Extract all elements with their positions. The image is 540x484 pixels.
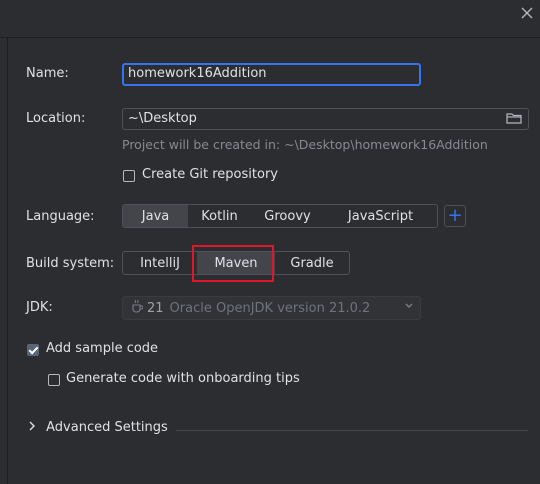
build-system-label: Build system: (26, 256, 115, 271)
onboarding-checkbox[interactable] (48, 374, 60, 386)
build-intellij[interactable]: IntelliJ (123, 252, 197, 274)
header-divider (0, 37, 540, 38)
name-input[interactable]: homework16Addition (122, 63, 421, 86)
location-input[interactable]: ~\Desktop (122, 108, 529, 130)
folder-icon[interactable] (506, 111, 522, 130)
sidebar-divider (7, 38, 8, 484)
jdk-name: Oracle OpenJDK version 21.0.2 (169, 300, 371, 316)
language-label: Language: (26, 209, 95, 224)
add-language-button[interactable]: + (444, 205, 466, 227)
language-segmented: Java Kotlin Groovy JavaScript (122, 204, 438, 228)
build-gradle[interactable]: Gradle (275, 252, 349, 274)
chevron-down-icon (404, 300, 414, 313)
location-hint: Project will be created in: ~\Desktop\ho… (122, 137, 488, 152)
name-label: Name: (26, 66, 69, 81)
build-system-segmented: IntelliJ Maven Gradle (122, 251, 350, 275)
git-checkbox[interactable] (123, 170, 135, 182)
jdk-dropdown[interactable]: 21 Oracle OpenJDK version 21.0.2 (122, 296, 421, 320)
location-value: ~\Desktop (128, 111, 197, 126)
chevron-right-icon (28, 420, 38, 435)
advanced-divider (176, 430, 528, 431)
build-maven[interactable]: Maven (197, 252, 275, 274)
onboarding-label: Generate code with onboarding tips (66, 371, 300, 386)
language-kotlin[interactable]: Kotlin (188, 205, 251, 227)
advanced-settings-toggle[interactable]: Advanced Settings (28, 420, 168, 435)
language-java[interactable]: Java (123, 205, 188, 227)
dialog-header (0, 0, 540, 38)
jdk-version: 21 (147, 300, 164, 316)
advanced-settings-label: Advanced Settings (46, 420, 168, 435)
close-icon[interactable] (520, 6, 534, 20)
java-cup-icon (131, 299, 144, 317)
language-groovy[interactable]: Groovy (251, 205, 324, 227)
language-javascript[interactable]: JavaScript (324, 205, 437, 227)
name-value: homework16Addition (128, 66, 267, 81)
git-checkbox-label: Create Git repository (142, 167, 278, 182)
sample-code-checkbox[interactable] (27, 344, 39, 356)
location-label: Location: (26, 111, 86, 126)
sample-code-label: Add sample code (46, 341, 159, 356)
jdk-label: JDK: (26, 300, 53, 315)
